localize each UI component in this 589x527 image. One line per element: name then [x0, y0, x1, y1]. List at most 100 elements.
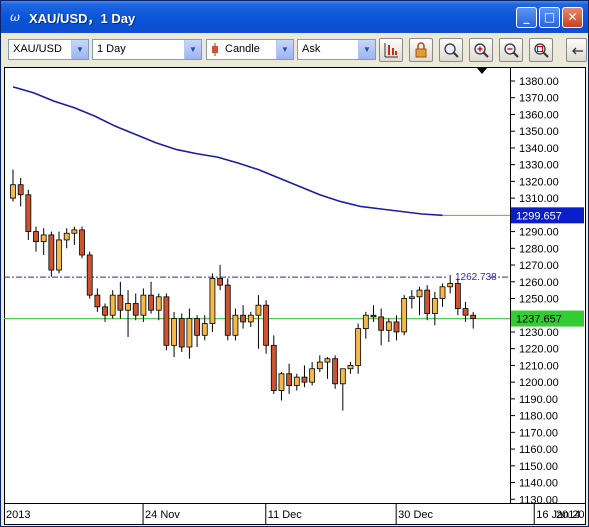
- y-tick-label: 1170.00: [519, 427, 558, 439]
- candle-body: [286, 373, 293, 386]
- window-title: XAU/USD，1 Day: [29, 11, 136, 26]
- price-side-value: Ask: [302, 43, 321, 55]
- candle-body: [324, 358, 331, 363]
- candle-body: [209, 278, 216, 324]
- candle-body: [362, 314, 369, 330]
- candle-body: [424, 289, 431, 314]
- lock-icon: [415, 42, 427, 58]
- y-tick-label: 1250.00: [519, 293, 559, 305]
- candle-body: [224, 284, 231, 336]
- x-tick-label: 2014: [556, 509, 580, 521]
- candle-body: [439, 286, 446, 299]
- y-tick-label: 1130.00: [519, 494, 558, 506]
- candle: [401, 295, 408, 336]
- zoom-out-button[interactable]: [499, 38, 523, 62]
- candle-body: [255, 304, 262, 316]
- candle-body: [86, 254, 93, 296]
- fit-zoom-button[interactable]: [529, 38, 553, 62]
- more-button[interactable]: [566, 38, 587, 62]
- candle-body: [79, 229, 85, 256]
- y-tick-label: 1290.00: [519, 227, 559, 239]
- y-tick-label: 1310.00: [519, 193, 559, 205]
- chevron-down-icon[interactable]: ▼: [184, 40, 201, 59]
- candle-body: [178, 318, 185, 348]
- candle-body: [339, 368, 346, 385]
- ma-price-label: 1299.657: [516, 210, 562, 222]
- candle-body: [355, 328, 362, 366]
- candle-body: [470, 314, 477, 319]
- candle-body: [408, 296, 415, 299]
- candle-body: [309, 368, 316, 383]
- price-chart[interactable]: 1380.00 1370.00 1360.00 1350.00 1340.00 1330.…: [4, 67, 586, 525]
- candle-body: [416, 289, 423, 298]
- candle-body: [217, 278, 223, 286]
- x-tick-label: 24 Nov: [145, 509, 180, 521]
- candle: [163, 293, 170, 351]
- candle-body: [347, 365, 354, 370]
- candle-body: [201, 323, 208, 336]
- y-tick-label: 1150.00: [519, 461, 558, 473]
- candle-body: [447, 283, 454, 288]
- candle-body: [148, 294, 154, 311]
- candle-body: [140, 294, 147, 316]
- chevron-down-icon[interactable]: ▼: [71, 40, 88, 59]
- candle-body: [393, 321, 400, 333]
- candle-body: [155, 296, 162, 311]
- chart-properties-button[interactable]: [379, 38, 403, 62]
- chart-window: ω XAU/USD，1 Day _ □ ✕ XAU/USD ▼ 1 Day ▼ …: [0, 0, 589, 527]
- candle-body: [186, 318, 193, 348]
- y-tick-label: 1330.00: [519, 160, 559, 172]
- candle-body: [25, 194, 32, 232]
- y-tick-label: 1140.00: [519, 478, 558, 490]
- chart-app-icon: ω: [10, 10, 20, 24]
- zoom-out-icon: [504, 43, 519, 58]
- minimize-icon[interactable]: _: [516, 7, 537, 28]
- candle: [263, 300, 270, 354]
- reference-level-label: 1262.738: [455, 272, 497, 283]
- candle: [178, 313, 185, 353]
- title-bar[interactable]: ω XAU/USD，1 Day _ □ ✕: [1, 1, 588, 33]
- chart-area[interactable]: 1380.00 1370.00 1360.00 1350.00 1340.00 1330.…: [4, 67, 586, 525]
- more-icon: [572, 47, 583, 55]
- candle-body: [17, 184, 24, 196]
- chart-type-select[interactable]: Candle ▼: [206, 39, 294, 60]
- plot-frame: [4, 67, 511, 504]
- candle-body: [232, 314, 239, 336]
- candle-body: [462, 308, 469, 316]
- symbol-value: XAU/USD: [13, 43, 62, 55]
- y-tick-label: 1210.00: [519, 360, 559, 372]
- chevron-down-icon[interactable]: ▼: [276, 40, 293, 59]
- zoom-in-button[interactable]: [469, 38, 493, 62]
- candle: [224, 278, 231, 341]
- candle-body: [385, 321, 392, 331]
- chart-properties-icon: [384, 43, 398, 58]
- y-tick-label: 1200.00: [519, 377, 559, 389]
- candle-body: [293, 376, 300, 386]
- y-tick-label: 1160.00: [519, 444, 558, 456]
- symbol-select[interactable]: XAU/USD ▼: [8, 39, 89, 60]
- candle-body: [401, 298, 408, 333]
- y-tick-label: 1320.00: [519, 176, 559, 188]
- candle-body: [240, 314, 247, 323]
- price-side-select[interactable]: Ask ▼: [297, 39, 376, 60]
- candle-body: [378, 316, 385, 331]
- candle-body: [40, 234, 47, 243]
- candle-body: [117, 294, 124, 311]
- candle-icon: [212, 43, 218, 56]
- chevron-down-icon[interactable]: ▼: [358, 40, 375, 59]
- candle-body: [163, 296, 170, 346]
- period-select[interactable]: 1 Day ▼: [92, 39, 202, 60]
- candle-body: [132, 303, 139, 316]
- lock-button[interactable]: [409, 38, 433, 62]
- candle-body: [454, 283, 461, 309]
- y-tick-label: 1380.00: [519, 76, 559, 88]
- y-tick-label: 1270.00: [519, 260, 559, 272]
- maximize-icon[interactable]: □: [539, 7, 560, 28]
- zoom-button[interactable]: [439, 38, 463, 62]
- y-tick-label: 1350.00: [519, 126, 559, 138]
- candle-body: [171, 318, 177, 346]
- y-tick-label: 1230.00: [519, 327, 559, 339]
- candle: [48, 231, 55, 277]
- candle-body: [109, 294, 116, 316]
- close-icon[interactable]: ✕: [562, 7, 583, 28]
